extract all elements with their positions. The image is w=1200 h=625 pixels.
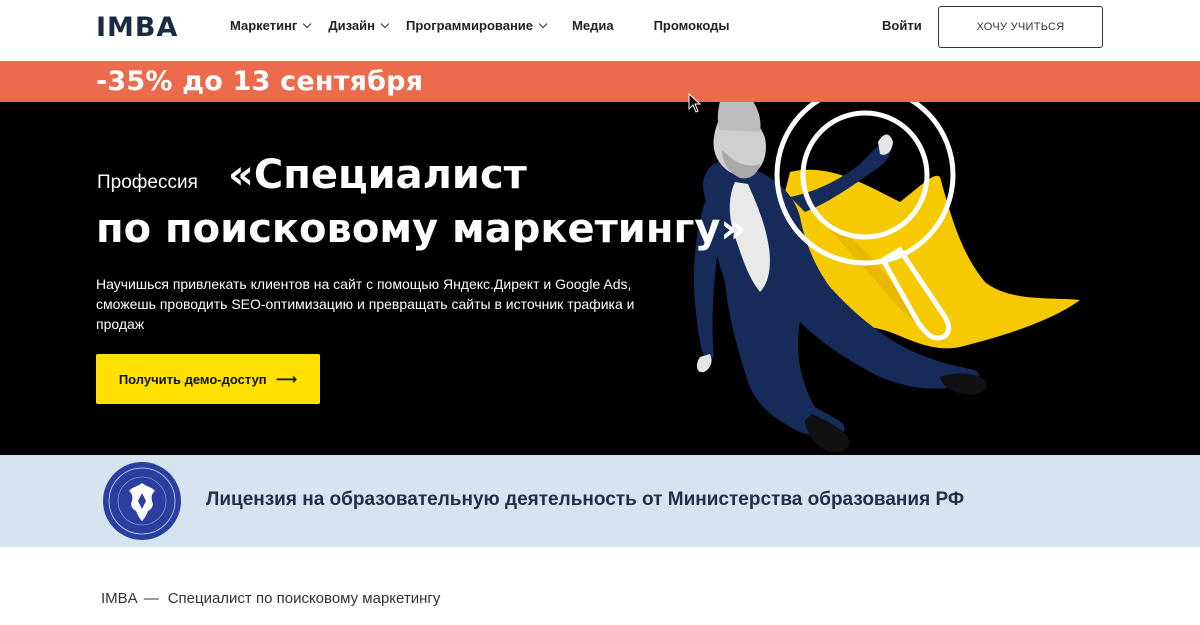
chevron-down-icon — [538, 19, 548, 28]
chevron-down-icon — [303, 19, 312, 28]
site-header: IMBA Маркетинг Дизайн Программирование М… — [0, 0, 1200, 61]
breadcrumb-home-link[interactable]: IMBA — [101, 590, 138, 607]
nav-item-label: Дизайн — [328, 18, 375, 33]
logo[interactable]: IMBA — [96, 12, 178, 43]
demo-button-label: Получить демо-доступ — [118, 371, 267, 387]
nav-item-label: Программирование — [405, 18, 534, 33]
get-demo-access-button[interactable]: Получить демо-доступ ⟶ — [96, 354, 320, 404]
license-text: Лицензия на образовательную деятельность… — [206, 489, 965, 510]
hero-title-line2: по поисковому маркетингу» — [96, 206, 747, 252]
nav-item-marketing[interactable]: Маркетинг — [230, 18, 312, 33]
main-nav: Маркетинг Дизайн Программирование Медиа … — [230, 18, 729, 33]
want-to-study-button[interactable]: ХОЧУ УЧИТЬСЯ — [938, 6, 1103, 48]
mouse-cursor-icon — [688, 93, 702, 113]
promo-text: -35% до 13 сентября — [96, 66, 424, 97]
nav-item-label: Промокоды — [653, 18, 730, 33]
hero-profession-label: Профессия — [97, 172, 198, 193]
promo-banner: -35% до 13 сентября — [0, 61, 1200, 102]
breadcrumb-current: Специалист по поисковому маркетингу — [167, 590, 441, 607]
nav-item-programming[interactable]: Программирование — [405, 18, 548, 33]
nav-item-design[interactable]: Дизайн — [328, 18, 390, 33]
hero-section: Профессия «Специалист по поисковому марк… — [0, 102, 1200, 455]
nav-item-label: Маркетинг — [230, 18, 298, 33]
hero-title-line1: «Специалист — [228, 152, 527, 198]
arrow-right-icon: ⟶ — [275, 371, 298, 388]
chevron-down-icon — [380, 19, 390, 28]
nav-item-label: Медиа — [572, 18, 614, 33]
license-banner: Лицензия на образовательную деятельность… — [0, 455, 1200, 547]
login-link[interactable]: Войти — [882, 18, 922, 33]
nav-item-promocodes[interactable]: Промокоды — [654, 18, 730, 33]
breadcrumb-separator: — — [143, 590, 159, 607]
breadcrumb: IMBA — Специалист по поисковому маркетин… — [101, 590, 440, 607]
nav-item-media[interactable]: Медиа — [572, 18, 614, 33]
ministry-seal-icon — [103, 462, 181, 540]
hero-description: Научишься привлекать клиентов на сайт с … — [96, 276, 635, 332]
